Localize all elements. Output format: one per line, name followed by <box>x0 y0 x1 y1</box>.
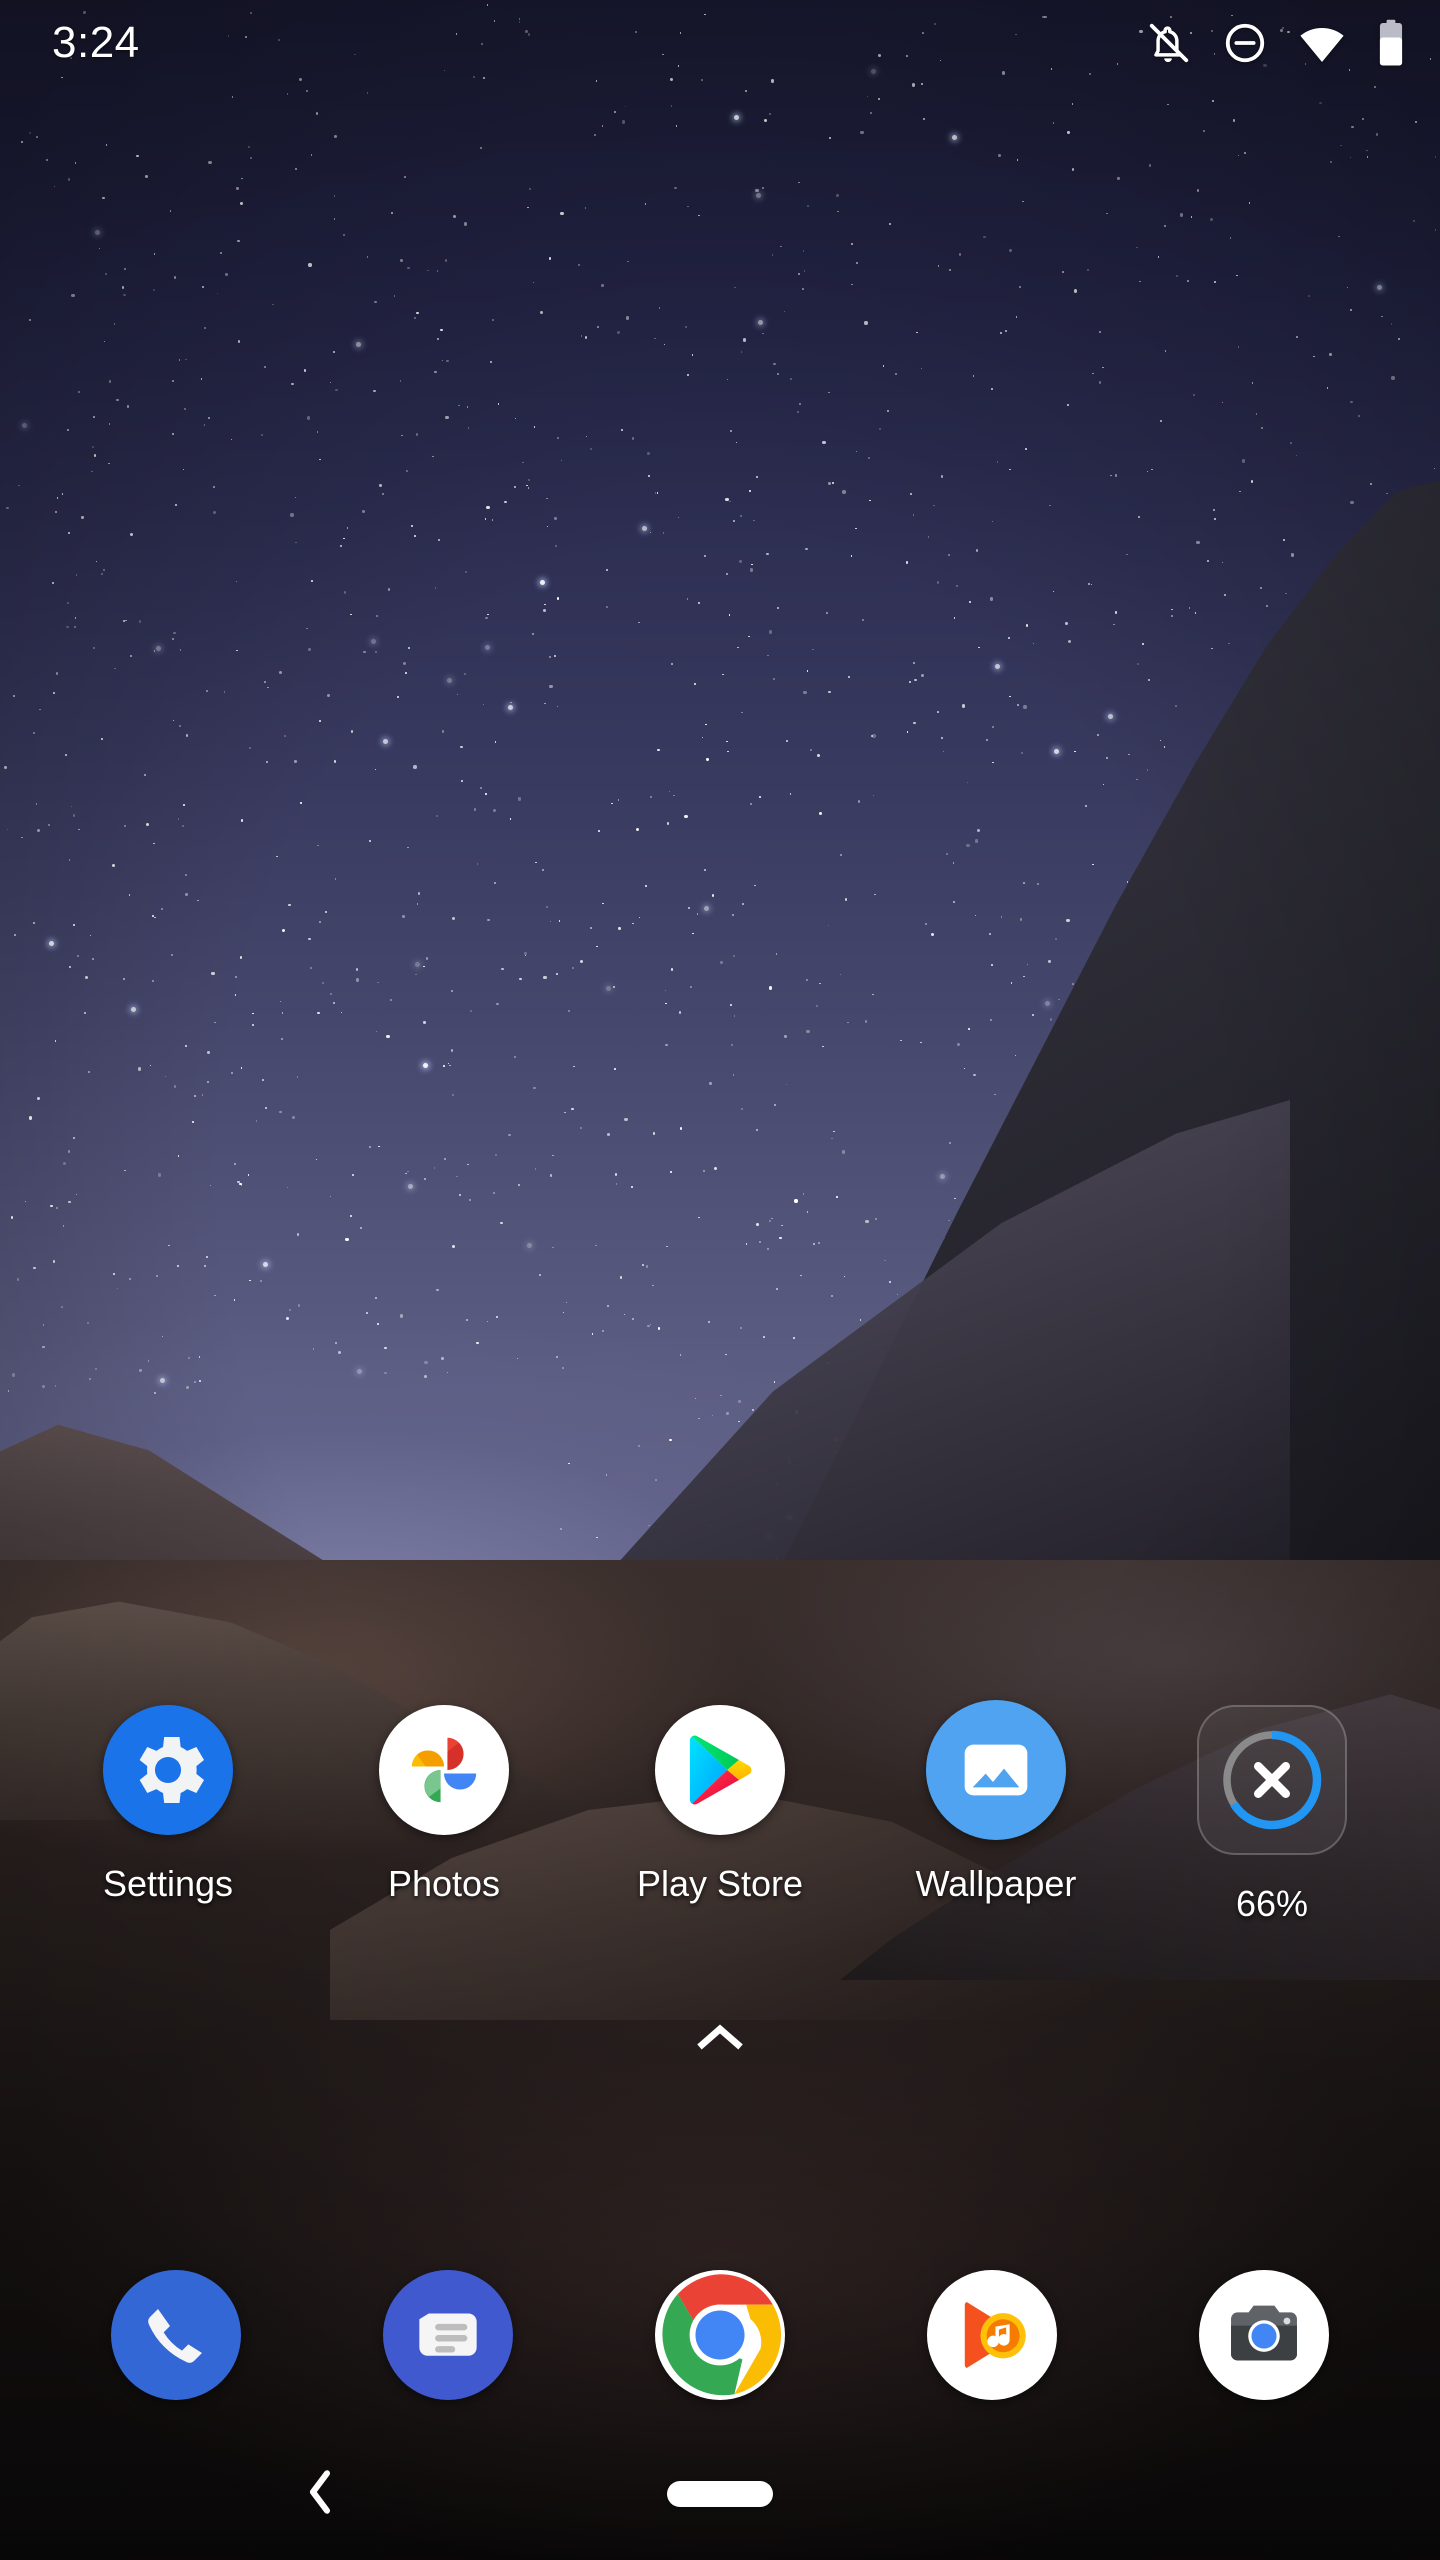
wifi-icon <box>1298 19 1346 67</box>
phone-icon <box>111 2270 241 2400</box>
camera-icon <box>1199 2270 1329 2400</box>
play-store-icon <box>655 1705 785 1835</box>
app-label-photos: Photos <box>387 1863 501 1904</box>
download-progress-icon <box>1222 1730 1322 1830</box>
dock-item-messages[interactable] <box>312 2270 584 2400</box>
dock-item-play-music[interactable] <box>856 2270 1128 2400</box>
back-button[interactable] <box>280 2454 360 2534</box>
download-placeholder-tile[interactable] <box>1197 1705 1347 1855</box>
home-pill-icon[interactable] <box>667 2481 773 2507</box>
dock-item-phone[interactable] <box>40 2270 312 2400</box>
do-not-disturb-icon <box>1222 20 1268 66</box>
home-app-row: Settings Photos Play Store Wallpaper 66% <box>0 1700 1440 1922</box>
wallpaper-picture-icon <box>926 1700 1066 1840</box>
app-label-play-store: Play Store <box>636 1863 804 1904</box>
app-drawer-handle[interactable] <box>680 2010 760 2070</box>
notifications-silenced-icon <box>1146 20 1192 66</box>
dock-item-camera[interactable] <box>1128 2270 1400 2400</box>
back-chevron-icon <box>298 2464 342 2525</box>
home-screen: 3:24 Settings Photos Play Store Wallpape… <box>0 0 1440 2560</box>
chevron-up-icon <box>693 2018 747 2063</box>
play-music-icon <box>927 2270 1057 2400</box>
photos-icon-wrap <box>374 1700 514 1840</box>
app-icon-downloading[interactable]: 66% <box>1134 1700 1410 1922</box>
app-icon-settings[interactable]: Settings <box>30 1700 306 1902</box>
status-icon-group <box>1146 19 1406 67</box>
navigation-bar <box>0 2428 1440 2560</box>
dock-item-chrome[interactable] <box>584 2270 856 2400</box>
messages-icon <box>383 2270 513 2400</box>
close-x-icon <box>1254 1762 1290 1798</box>
status-bar[interactable]: 3:24 <box>0 0 1440 86</box>
workspace: Settings Photos Play Store Wallpaper 66% <box>0 0 1440 2560</box>
download-percent-label: 66% <box>1235 1883 1309 1924</box>
battery-icon <box>1376 19 1406 67</box>
dock <box>0 2270 1440 2400</box>
app-icon-photos[interactable]: Photos <box>306 1700 582 1902</box>
app-icon-wallpaper[interactable]: Wallpaper <box>858 1700 1134 1902</box>
play-store-icon-wrap <box>650 1700 790 1840</box>
app-label-wallpaper: Wallpaper <box>915 1863 1077 1904</box>
status-clock: 3:24 <box>52 18 140 67</box>
app-icon-play-store[interactable]: Play Store <box>582 1700 858 1902</box>
chrome-icon <box>655 2270 785 2400</box>
settings-gear-icon <box>103 1705 233 1835</box>
app-label-settings: Settings <box>102 1863 234 1904</box>
settings-icon-wrap <box>98 1700 238 1840</box>
wallpaper-icon-wrap <box>926 1700 1066 1840</box>
google-photos-icon <box>379 1705 509 1835</box>
download-icon-wrap <box>1192 1700 1352 1860</box>
